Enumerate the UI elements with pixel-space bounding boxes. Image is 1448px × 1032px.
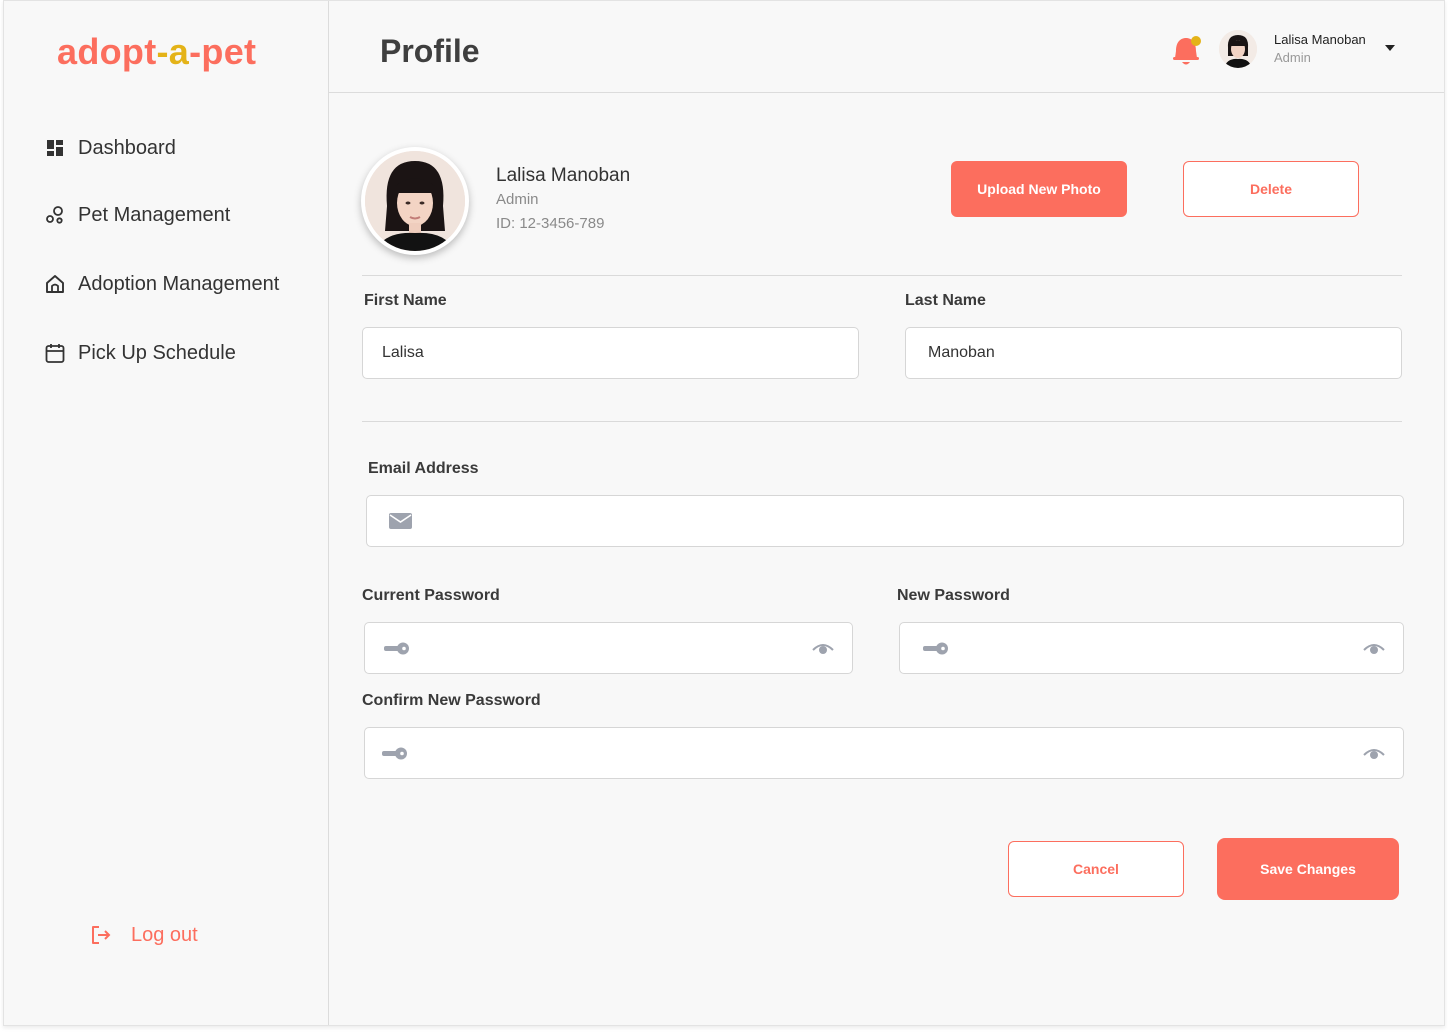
logo-text-dash: -	[156, 31, 169, 72]
top-header: Profile Lalisa Manoban Admin	[329, 1, 1444, 93]
sidebar-item-label: Pet Management	[78, 203, 231, 226]
divider	[362, 275, 1402, 276]
delete-photo-button[interactable]: Delete	[1183, 161, 1359, 217]
pet-management-icon	[46, 206, 63, 224]
key-icon	[384, 642, 409, 655]
profile-id: ID: 12-3456-789	[496, 215, 605, 232]
logo-text-pet: -pet	[189, 31, 257, 72]
current-password-field[interactable]	[364, 622, 853, 674]
eye-icon[interactable]	[812, 639, 834, 659]
header-user-name: Lalisa Manoban	[1274, 32, 1366, 47]
profile-main: Lalisa Manoban Admin ID: 12-3456-789 Upl…	[329, 93, 1444, 1025]
save-changes-button[interactable]: Save Changes	[1217, 838, 1399, 900]
chevron-down-icon[interactable]	[1385, 45, 1395, 51]
logo-text-ado: ado	[57, 31, 122, 72]
sidebar-item-pet-management[interactable]: Pet Management	[44, 200, 230, 230]
logout-button[interactable]: Log out	[89, 923, 198, 947]
first-name-input[interactable]	[382, 344, 858, 362]
eye-icon[interactable]	[1363, 639, 1385, 659]
profile-photo	[361, 147, 469, 255]
last-name-field[interactable]	[905, 327, 1402, 379]
last-name-input[interactable]	[928, 344, 1401, 362]
dashboard-grid-icon	[47, 140, 63, 156]
sidebar-item-label: Adoption Management	[78, 272, 280, 295]
sidebar: adopt-a-pet Dashboard Pet Management Ado…	[4, 1, 329, 1025]
eye-icon[interactable]	[1363, 744, 1385, 764]
confirm-password-input[interactable]	[417, 744, 1317, 762]
user-avatar[interactable]	[1219, 30, 1257, 68]
key-icon	[923, 642, 948, 655]
divider	[362, 421, 1402, 422]
email-label: Email Address	[368, 460, 479, 477]
first-name-label: First Name	[364, 292, 447, 309]
new-password-input[interactable]	[958, 639, 1348, 657]
logo-text-pt: pt	[121, 31, 157, 72]
profile-role: Admin	[496, 191, 539, 208]
email-input[interactable]	[423, 512, 1403, 530]
email-field[interactable]	[366, 495, 1404, 547]
upload-photo-button[interactable]: Upload New Photo	[951, 161, 1127, 217]
logout-icon	[92, 926, 111, 944]
confirm-password-field[interactable]	[364, 727, 1404, 779]
sidebar-item-pick-up-schedule[interactable]: Pick Up Schedule	[44, 338, 236, 368]
sidebar-item-dashboard[interactable]: Dashboard	[44, 133, 176, 163]
confirm-password-label: Confirm New Password	[362, 692, 541, 709]
logout-label: Log out	[131, 923, 198, 946]
current-password-input[interactable]	[419, 639, 799, 657]
home-icon	[46, 275, 64, 293]
page-title: Profile	[380, 33, 480, 69]
notification-bell-icon[interactable]	[1171, 33, 1203, 69]
last-name-label: Last Name	[905, 292, 986, 309]
sidebar-item-label: Pick Up Schedule	[78, 341, 236, 364]
cancel-button[interactable]: Cancel	[1008, 841, 1184, 897]
new-password-field[interactable]	[899, 622, 1404, 674]
first-name-field[interactable]	[362, 327, 859, 379]
app-window: adopt-a-pet Dashboard Pet Management Ado…	[3, 0, 1445, 1026]
sidebar-item-label: Dashboard	[78, 136, 176, 159]
new-password-label: New Password	[897, 587, 1010, 604]
profile-name: Lalisa Manoban	[496, 165, 631, 186]
envelope-icon	[389, 513, 412, 529]
current-password-label: Current Password	[362, 587, 500, 604]
sidebar-item-adoption-management[interactable]: Adoption Management	[44, 269, 279, 299]
key-icon	[382, 747, 407, 760]
logo-text-a: a	[168, 31, 190, 72]
brand-logo[interactable]: adopt-a-pet	[57, 31, 256, 73]
header-user-role: Admin	[1274, 50, 1311, 65]
calendar-icon	[45, 344, 65, 363]
